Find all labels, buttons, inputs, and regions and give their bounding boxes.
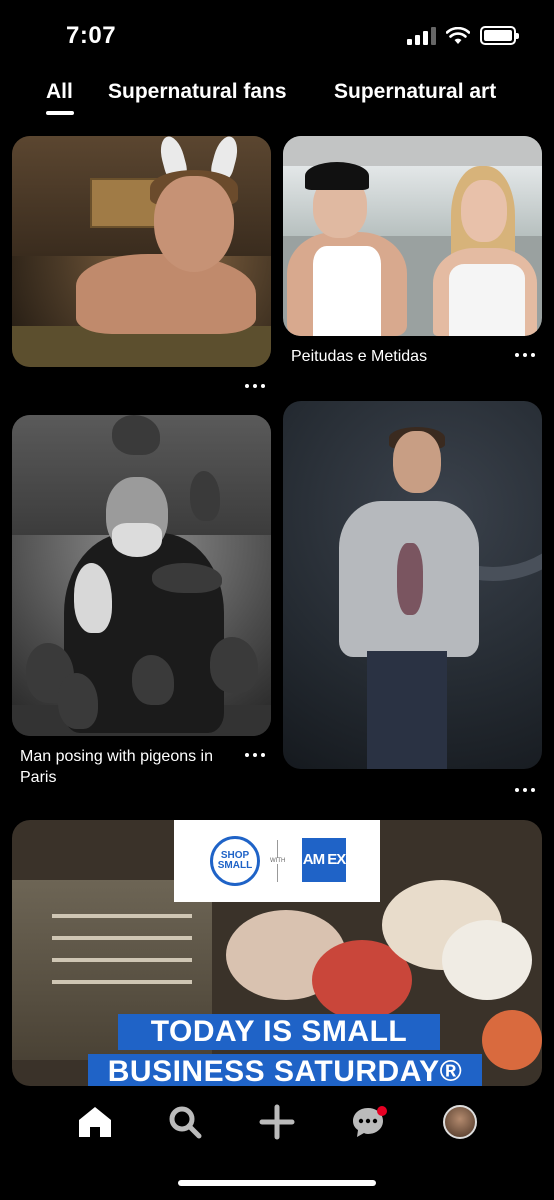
- tab-supernatural-art[interactable]: Supernatural art: [334, 80, 496, 104]
- status-time: 7:07: [66, 22, 117, 49]
- nav-messages-button[interactable]: [348, 1102, 388, 1142]
- shop-small-logo: SHOP SMALL: [210, 836, 260, 886]
- pin-3-title[interactable]: Man posing with pigeons in Paris: [20, 746, 246, 788]
- pin-image-1[interactable]: [12, 136, 271, 367]
- amex-logo: AM EX: [302, 838, 346, 882]
- status-icons: [407, 26, 519, 45]
- pin-image-3[interactable]: [12, 415, 271, 736]
- plus-icon: [259, 1104, 295, 1140]
- notification-dot: [377, 1106, 387, 1116]
- ad-headline-line-1: TODAY IS SMALL: [118, 1014, 440, 1050]
- wifi-icon: [446, 26, 470, 44]
- nav-create-button[interactable]: [257, 1102, 297, 1142]
- battery-icon: [480, 26, 519, 45]
- ad-headline-line-2: BUSINESS SATURDAY®: [88, 1054, 482, 1086]
- pin-4-more-options-icon[interactable]: [515, 785, 535, 795]
- pin-2-more-options-icon[interactable]: [515, 350, 535, 360]
- nav-search-button[interactable]: [165, 1102, 205, 1142]
- nav-profile-button[interactable]: [440, 1102, 480, 1142]
- cellular-signal-icon: [407, 26, 436, 45]
- search-icon: [169, 1106, 202, 1139]
- nav-home-button[interactable]: [75, 1102, 115, 1142]
- pin-1-more-options-icon[interactable]: [245, 381, 265, 391]
- pin-2-title[interactable]: Peitudas e Metidas: [291, 346, 501, 367]
- tab-all[interactable]: All: [46, 80, 73, 104]
- tab-supernatural-fans[interactable]: Supernatural fans: [108, 80, 287, 104]
- profile-avatar: [443, 1105, 477, 1139]
- status-bar: 7:07: [0, 0, 554, 72]
- home-icon: [79, 1107, 111, 1137]
- ad-logo-with-label: WITH: [268, 858, 288, 864]
- tab-selected-indicator: [46, 111, 74, 115]
- pin-3-more-options-icon[interactable]: [245, 750, 265, 760]
- board-tabs: All Supernatural fans Supernatural art: [0, 78, 554, 118]
- home-indicator[interactable]: [178, 1180, 376, 1186]
- promoted-ad-pin[interactable]: SHOP SMALL WITH AM EX TODAY IS SMALL BUS…: [12, 820, 542, 1086]
- pin-image-2[interactable]: [283, 136, 542, 336]
- ad-logo-panel: SHOP SMALL WITH AM EX: [174, 820, 380, 902]
- pin-image-4[interactable]: [283, 401, 542, 769]
